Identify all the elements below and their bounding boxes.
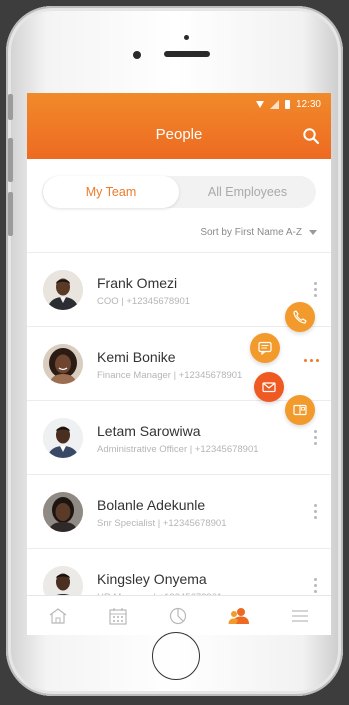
list-item[interactable]: Bolanle Adekunle Snr Specialist | +12345… [27,474,331,548]
volume-down-button [8,192,13,236]
contact-card-icon [293,404,307,416]
more-options-active-icon[interactable] [304,359,319,362]
status-time: 12:30 [295,98,321,110]
home-button[interactable] [152,632,200,680]
avatar [43,344,83,384]
menu-icon [292,610,308,622]
chat-icon [258,341,272,356]
tab-reports[interactable] [167,606,189,626]
earpiece-speaker [164,51,210,57]
people-list: Frank Omezi COO | +12345678901 Kemi Boni… [27,252,331,622]
tab-all-employees[interactable]: All Employees [179,176,316,208]
calendar-icon [109,608,127,625]
wifi-icon [255,100,264,108]
tab-people[interactable] [228,606,250,626]
person-role-phone: COO | +12345678901 [97,296,191,307]
more-options-icon[interactable] [314,504,318,519]
email-button[interactable] [254,372,284,402]
sort-dropdown[interactable]: Sort by First Name A-Z [200,227,317,238]
signal-icon [269,99,279,109]
message-button[interactable] [250,333,280,363]
bottom-tab-bar [27,595,331,635]
proximity-sensor [184,35,189,40]
battery-icon [284,99,290,109]
people-icon [228,608,249,624]
home-icon [49,608,67,624]
pie-chart-icon [169,607,187,625]
app-screen: 12:30 People My Team All Employees Sort … [27,93,331,635]
person-role-phone: Snr Specialist | +12345678901 [97,518,227,529]
avatar [43,270,83,310]
tab-home[interactable] [47,606,69,626]
volume-up-button [8,138,13,182]
person-name: Bolanle Adekunle [97,497,206,513]
person-name: Letam Sarowiwa [97,423,201,439]
person-name: Kemi Bonike [97,349,176,365]
more-options-icon[interactable] [314,578,318,593]
front-camera [133,51,141,59]
call-button[interactable] [285,302,315,332]
avatar [43,418,83,458]
sort-label: Sort by First Name A-Z [200,227,302,238]
mail-icon [262,382,276,393]
search-icon[interactable] [302,127,320,145]
page-title: People [155,126,203,143]
more-options-icon[interactable] [314,282,318,297]
person-name: Kingsley Onyema [97,571,207,587]
team-segmented-control: My Team All Employees [42,176,316,208]
app-header: 12:30 People [27,93,331,159]
person-name: Frank Omezi [97,275,178,291]
person-role-phone: Finance Manager | +12345678901 [97,370,243,381]
mute-switch [8,94,13,120]
person-role-phone: Administrative Officer | +12345678901 [97,444,259,455]
tab-menu[interactable] [289,606,311,626]
tab-calendar[interactable] [107,606,129,626]
avatar [43,492,83,532]
more-options-icon[interactable] [314,430,318,445]
tab-my-team[interactable]: My Team [43,176,179,208]
contact-card-button[interactable] [285,395,315,425]
caret-down-icon [309,230,317,235]
phone-icon [293,310,307,324]
status-bar: 12:30 [255,97,321,111]
list-item[interactable]: Kemi Bonike Finance Manager | +123456789… [27,326,331,400]
